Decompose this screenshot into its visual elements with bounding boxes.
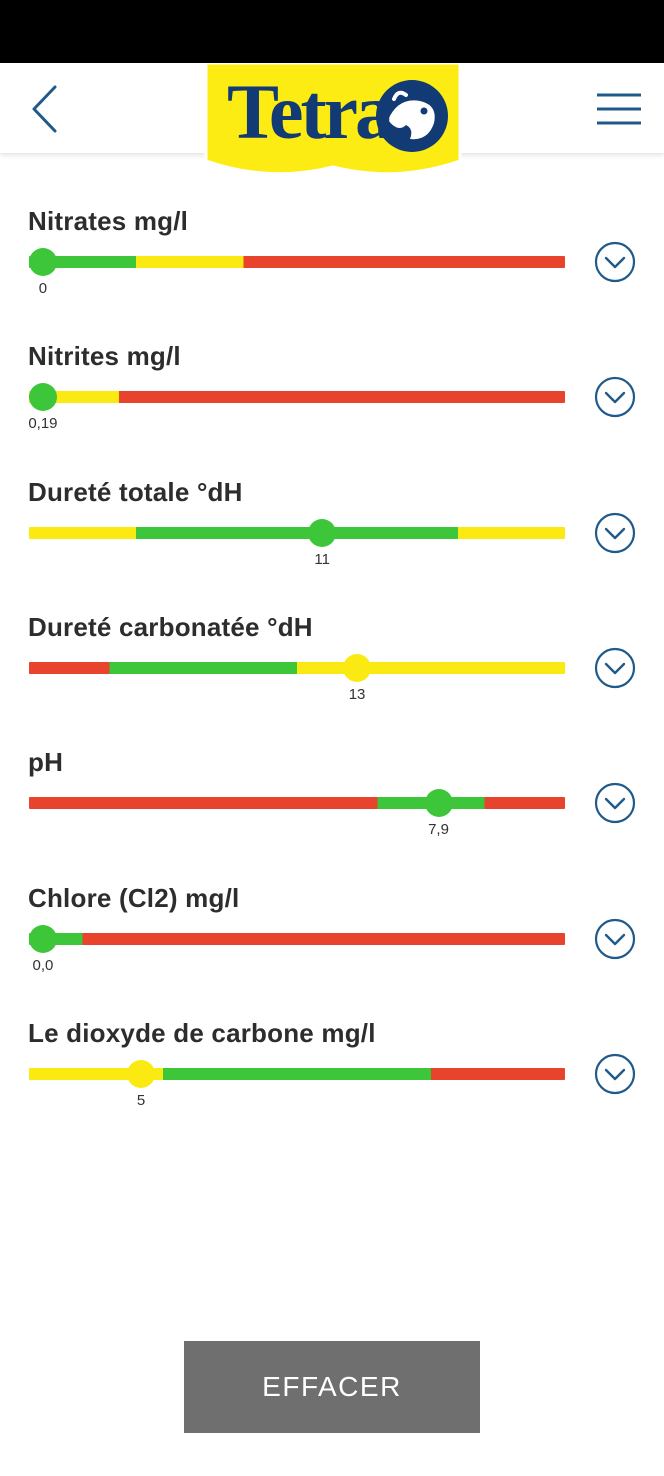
parameter-value: 11 bbox=[314, 550, 330, 568]
parameter-row: Dureté carbonatée °dH 13 bbox=[0, 596, 664, 716]
parameter-title: pH bbox=[28, 747, 64, 778]
parameter-slider-track[interactable] bbox=[29, 526, 565, 539]
parameter-title: Nitrites mg/l bbox=[28, 341, 181, 372]
parameter-slider-track[interactable] bbox=[29, 391, 565, 404]
logo-wordmark: Tetra bbox=[226, 68, 394, 155]
parameter-row: Dureté totale °dH 11 bbox=[0, 461, 664, 581]
slider-thumb[interactable] bbox=[28, 248, 57, 276]
clear-button[interactable]: EFFACER bbox=[184, 1341, 480, 1433]
chevron-down-circle-icon bbox=[594, 783, 636, 824]
status-bar bbox=[0, 0, 664, 63]
parameter-slider-track[interactable] bbox=[29, 256, 565, 268]
parameter-value: 0,0 bbox=[32, 956, 54, 974]
parameter-row: Chlore (Cl2) mg/l 0,0 bbox=[0, 867, 664, 987]
parameter-title: Dureté totale °dH bbox=[28, 476, 243, 507]
slider-thumb[interactable] bbox=[308, 518, 337, 547]
parameter-value: 0,19 bbox=[28, 415, 58, 433]
expand-button[interactable] bbox=[594, 512, 636, 554]
menu-button[interactable] bbox=[592, 87, 646, 131]
back-button[interactable] bbox=[24, 81, 74, 137]
expand-button[interactable] bbox=[594, 918, 636, 960]
parameter-row: pH 7,9 bbox=[0, 731, 664, 851]
parameter-row: Nitrites mg/l 0,19 bbox=[0, 325, 664, 445]
chevron-down-circle-icon bbox=[594, 512, 636, 553]
tetra-logo: Tetra bbox=[202, 63, 464, 187]
chevron-down-circle-icon bbox=[594, 377, 636, 418]
chevron-left-icon bbox=[32, 85, 57, 133]
parameter-value: 13 bbox=[348, 685, 366, 703]
expand-button[interactable] bbox=[594, 241, 636, 283]
parameter-slider-track[interactable] bbox=[29, 1067, 565, 1080]
hamburger-menu-icon bbox=[597, 93, 641, 125]
parameter-value: 0 bbox=[38, 280, 48, 297]
slider-thumb[interactable] bbox=[28, 924, 57, 953]
parameter-title: Chlore (Cl2) mg/l bbox=[28, 882, 240, 913]
chevron-down-circle-icon bbox=[594, 1053, 636, 1094]
chevron-down-circle-icon bbox=[594, 241, 636, 283]
parameter-value: 5 bbox=[136, 1091, 146, 1109]
slider-thumb[interactable] bbox=[424, 789, 453, 818]
parameter-slider-track[interactable] bbox=[29, 797, 565, 810]
slider-thumb[interactable] bbox=[127, 1059, 156, 1088]
parameter-title: Le dioxyde de carbone mg/l bbox=[28, 1017, 376, 1048]
slider-thumb[interactable] bbox=[28, 383, 57, 412]
parameter-value: 7,9 bbox=[428, 821, 449, 839]
parameter-row: Nitrates mg/l 0 bbox=[0, 190, 664, 310]
chevron-down-circle-icon bbox=[594, 918, 636, 959]
slider-thumb[interactable] bbox=[343, 653, 372, 682]
parameter-slider-track[interactable] bbox=[29, 661, 565, 674]
expand-button[interactable] bbox=[594, 376, 636, 418]
expand-button[interactable] bbox=[594, 647, 636, 689]
chevron-down-circle-icon bbox=[594, 647, 636, 688]
parameter-title: Dureté carbonatée °dH bbox=[28, 611, 313, 642]
parameter-row: Le dioxyde de carbone mg/l 5 bbox=[0, 1002, 664, 1122]
parameter-title: Nitrates mg/l bbox=[28, 206, 189, 236]
expand-button[interactable] bbox=[594, 1053, 636, 1095]
expand-button[interactable] bbox=[594, 782, 636, 824]
parameter-slider-track[interactable] bbox=[29, 932, 565, 945]
